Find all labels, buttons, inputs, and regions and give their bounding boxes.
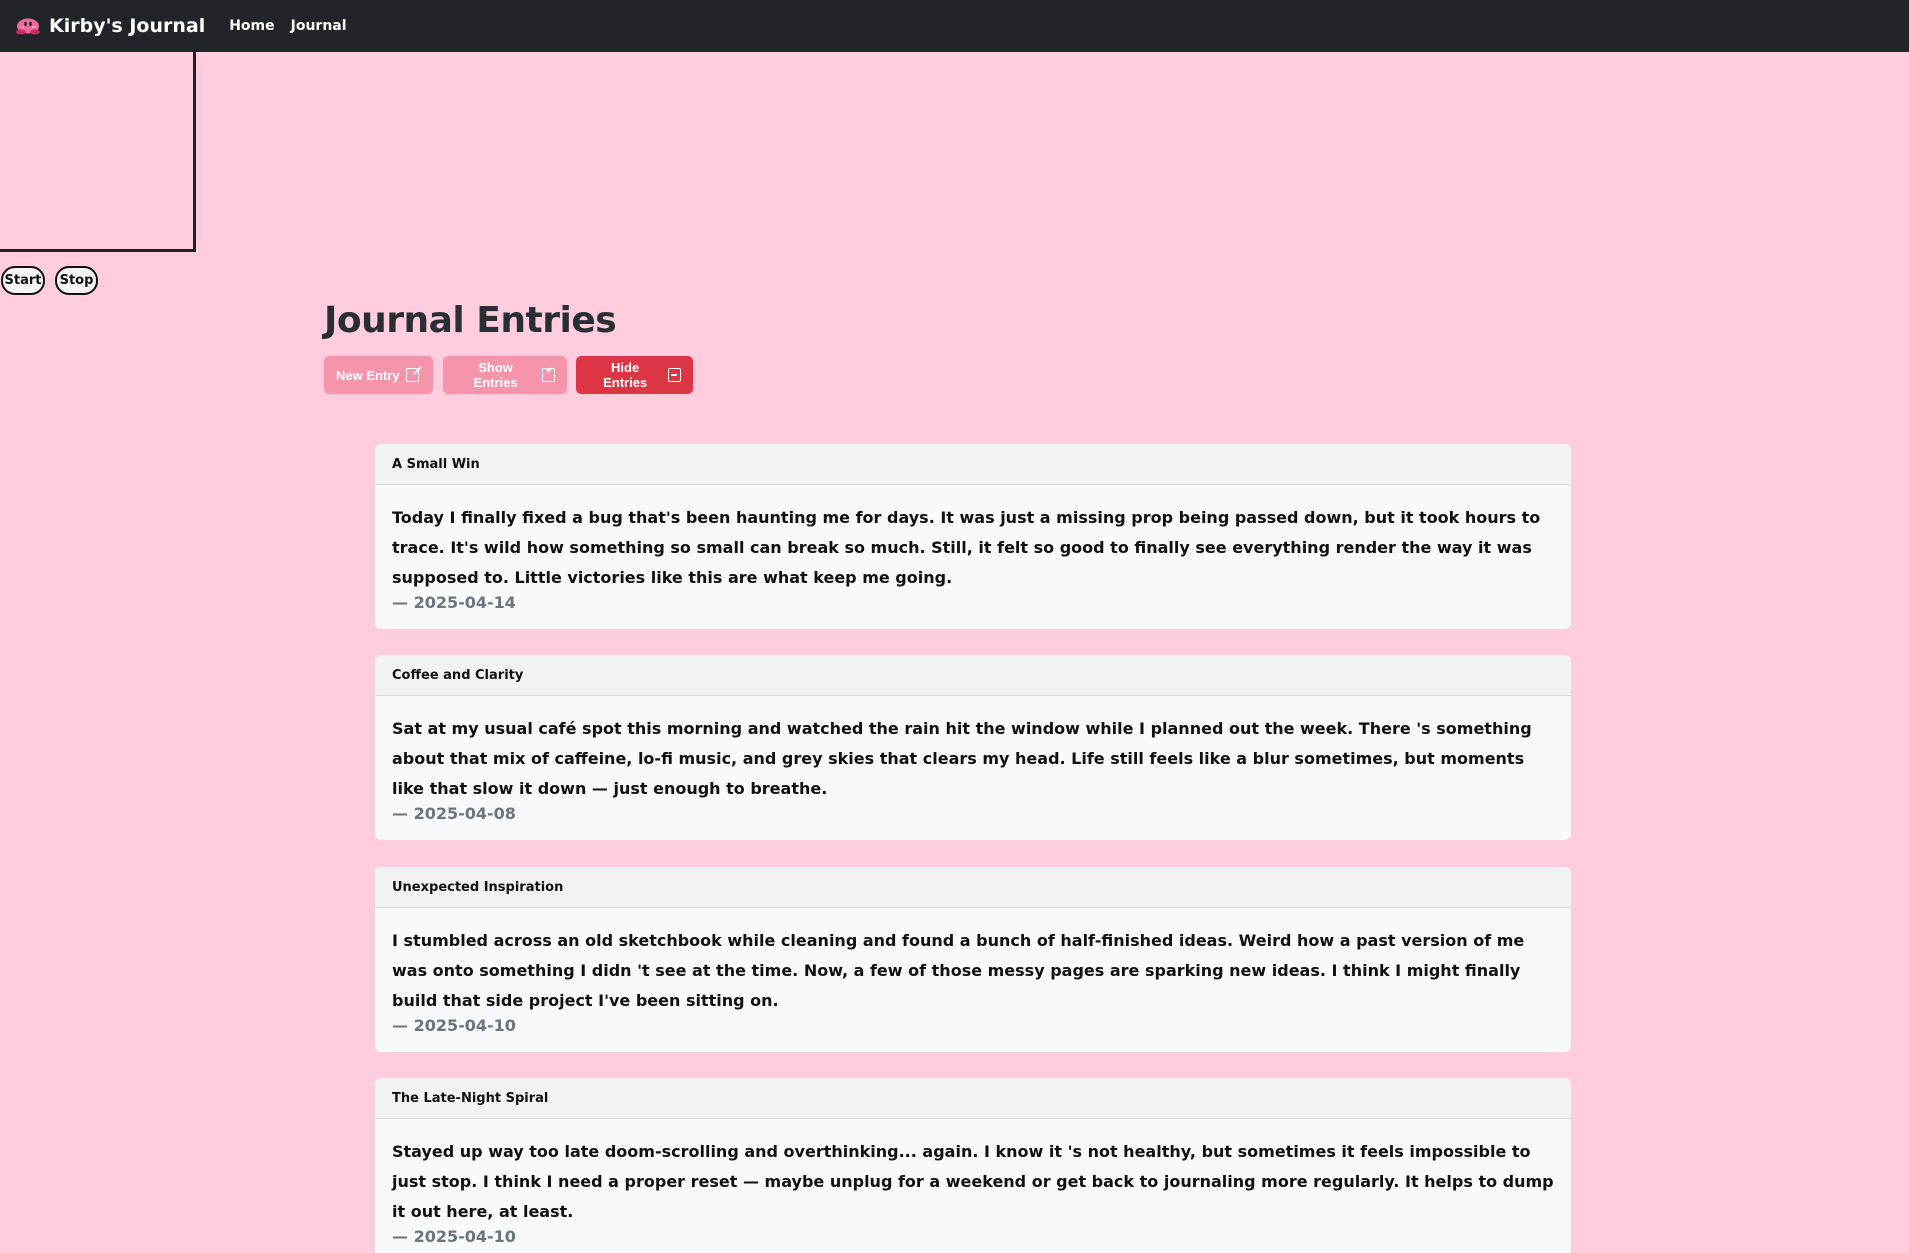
animation-canvas [0,52,196,252]
new-entry-button[interactable]: New Entry [324,356,433,394]
brand-name: Kirby's Journal [49,15,206,37]
entry-title: A Small Win [375,444,1571,485]
page-title: Journal Entries [324,300,617,341]
entry-text: Sat at my usual café spot this morning a… [392,719,1532,798]
entry-text: Today I finally fixed a bug that's been … [392,508,1541,587]
minus-square-icon [668,368,681,382]
entry-date: — 2025-04-10 [392,1016,516,1035]
entry-text: I stumbled across an old sketchbook whil… [392,931,1525,1010]
journal-entry-card: A Small Win Today I finally fixed a bug … [375,444,1571,629]
show-entries-button[interactable]: Show Entries [443,356,567,394]
entry-body: Stayed up way too late doom-scrolling an… [375,1119,1571,1253]
nav-link-journal[interactable]: Journal [291,18,347,34]
top-navbar: Kirby's Journal Home Journal [0,0,1909,52]
pencil-square-icon [405,368,419,382]
journal-entry-card: Unexpected Inspiration I stumbled across… [375,867,1571,1052]
brand[interactable]: Kirby's Journal [15,15,205,37]
entry-title: The Late-Night Spiral [375,1078,1571,1119]
show-entries-label: Show Entries [473,360,518,390]
nav-link-home[interactable]: Home [229,18,274,34]
entry-title: Unexpected Inspiration [375,867,1571,908]
entry-text: Stayed up way too late doom-scrolling an… [392,1142,1554,1221]
entry-body: Today I finally fixed a bug that's been … [375,485,1571,629]
entry-date: — 2025-04-10 [392,1227,516,1246]
entry-title: Coffee and Clarity [375,655,1571,696]
new-entry-label: New Entry [336,367,400,383]
journal-entry-card: The Late-Night Spiral Stayed up way too … [375,1078,1571,1253]
entry-body: Sat at my usual café spot this morning a… [375,696,1571,840]
kirby-logo-icon [16,18,40,35]
stop-button[interactable]: Stop [55,266,98,295]
entry-date: — 2025-04-14 [392,593,516,612]
hide-entries-button[interactable]: Hide Entries [576,356,693,394]
hide-entries-label: Hide Entries [603,360,648,390]
plus-square-icon [542,365,555,382]
start-button[interactable]: Start [1,266,45,295]
entry-body: I stumbled across an old sketchbook whil… [375,908,1571,1052]
entry-date: — 2025-04-08 [392,804,516,823]
journal-entry-card: Coffee and Clarity Sat at my usual café … [375,655,1571,840]
